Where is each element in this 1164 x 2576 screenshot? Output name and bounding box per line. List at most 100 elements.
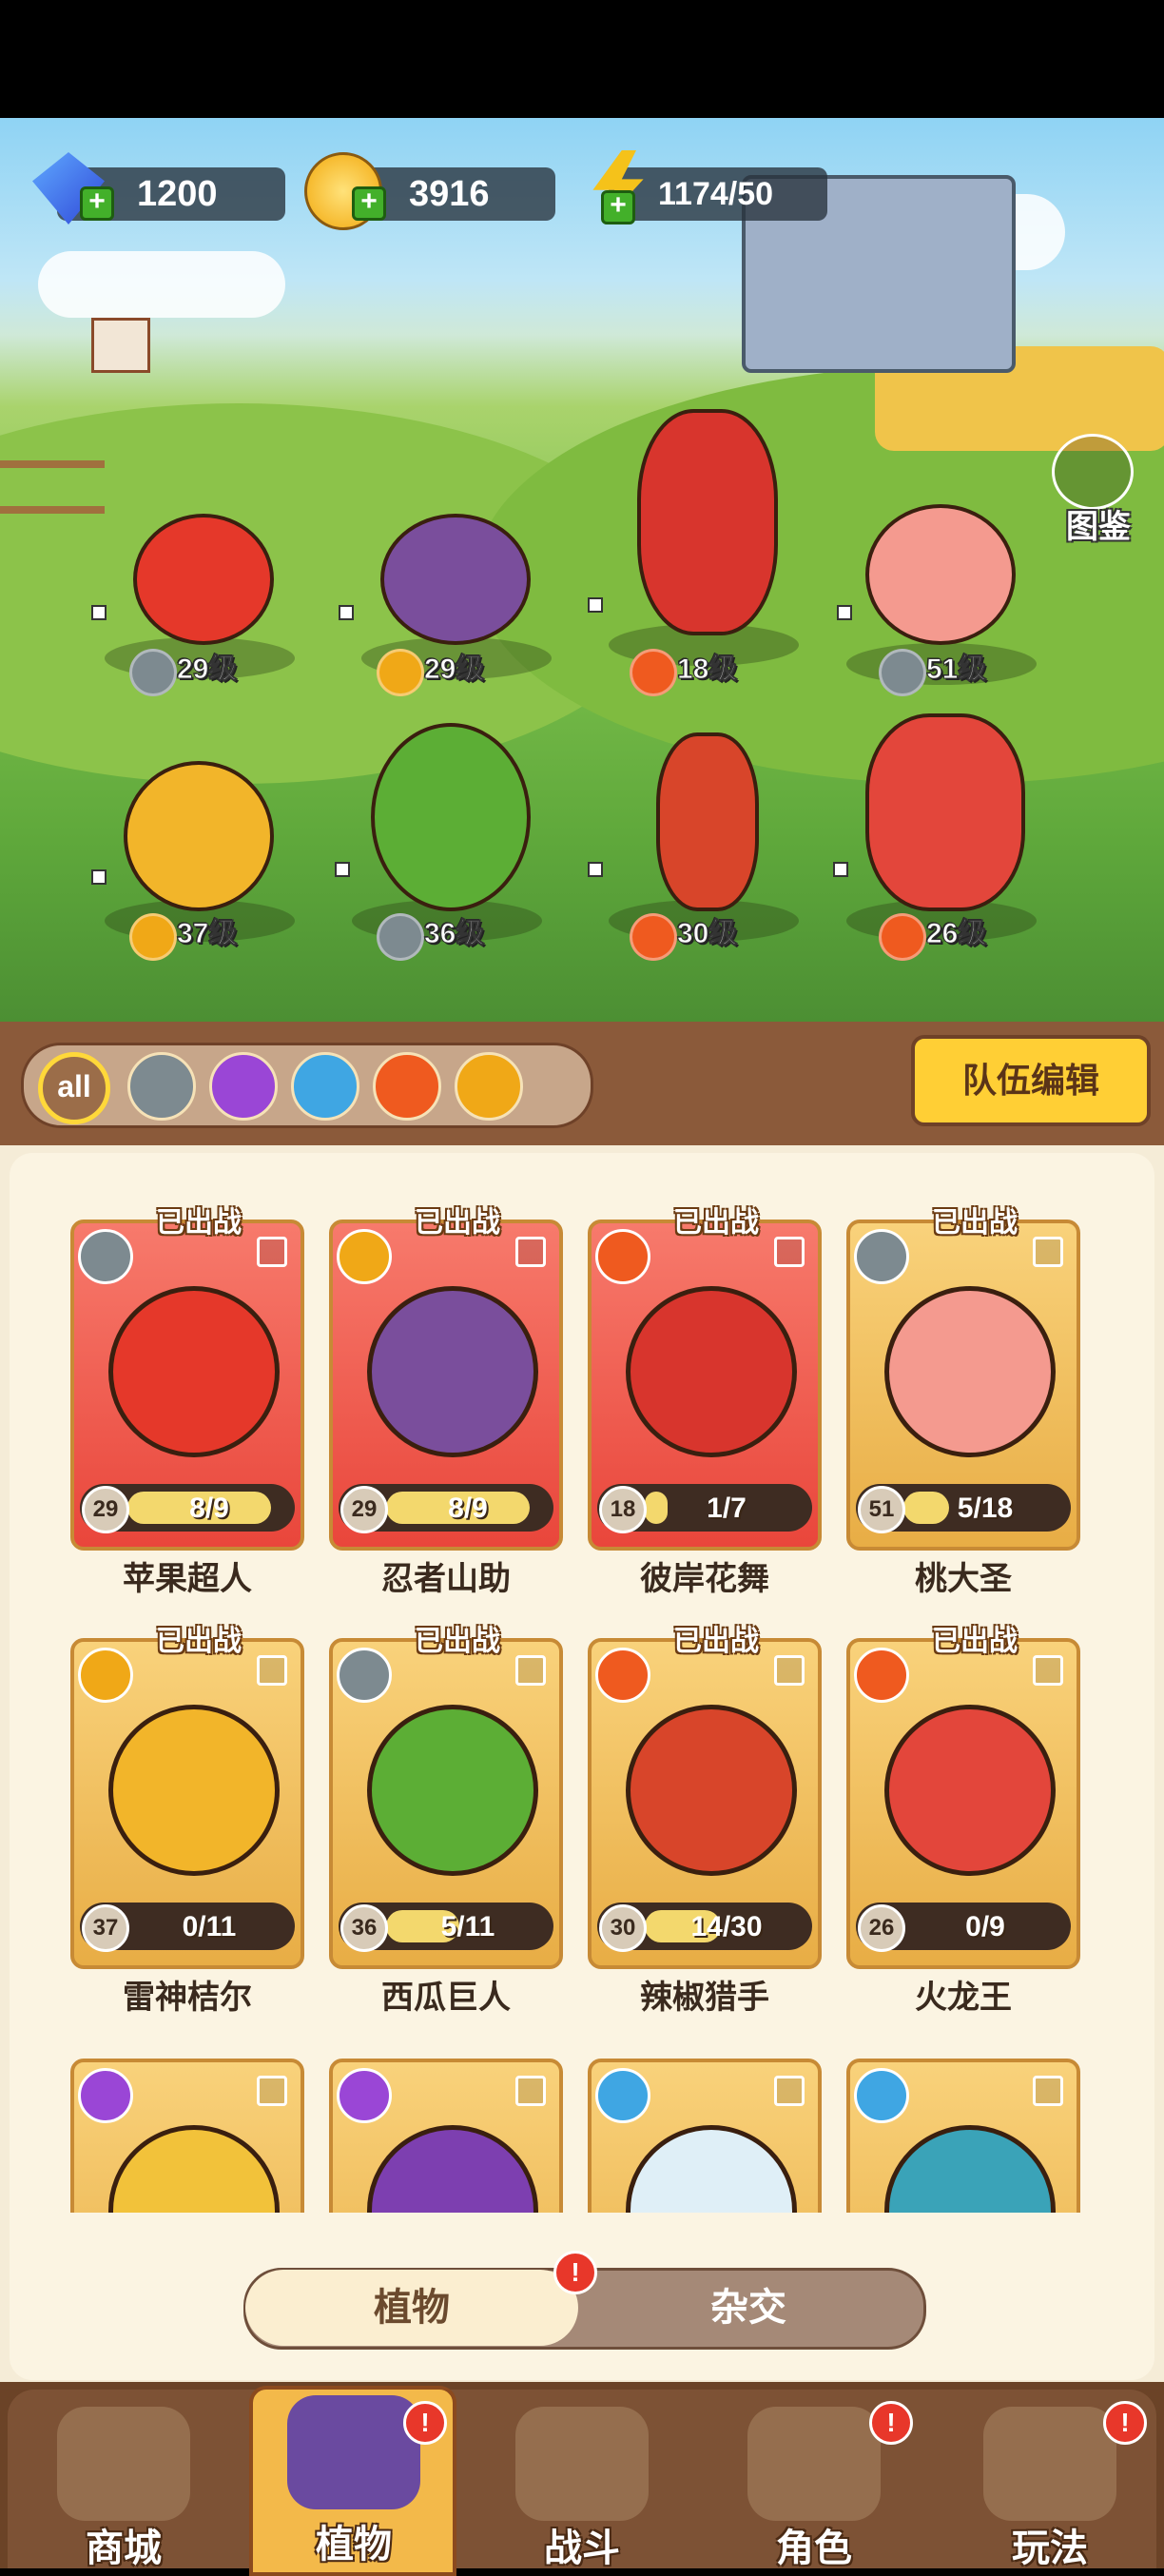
card-progress-text: 0/9 (965, 1911, 1005, 1942)
field-level-5: 37级 (129, 913, 329, 961)
gems-value: 1200 (137, 174, 218, 214)
plant-card[interactable] (70, 2059, 304, 2213)
plant-card[interactable] (329, 2059, 563, 2213)
add-energy-icon[interactable]: + (601, 190, 635, 224)
filter-all[interactable]: all (38, 1052, 110, 1124)
add-gems-icon[interactable]: + (80, 186, 114, 221)
add-coins-icon[interactable]: + (352, 186, 386, 221)
plant-sprite (124, 761, 274, 911)
plant-card[interactable]: 已出战 18 1/7 彼岸花舞 (588, 1207, 822, 1597)
character-icon (747, 2407, 881, 2521)
codex-icon (1052, 434, 1134, 510)
nav-label: 植物 (316, 2524, 392, 2566)
plant-card[interactable]: 已出战 29 8/9 忍者山助 (329, 1207, 563, 1597)
nav-label: 角色 (776, 2527, 852, 2569)
fire-icon (595, 1648, 650, 1703)
filter-poison-icon[interactable] (209, 1052, 278, 1121)
plant-name: 火龙王 (915, 1980, 1012, 2016)
plant-name: 忍者山助 (381, 1561, 511, 1597)
formation-icon (588, 597, 603, 613)
team-edit-button[interactable]: 队伍编辑 (911, 1035, 1151, 1126)
plant-portrait (884, 1286, 1056, 1457)
formation-icon (588, 862, 603, 877)
formation-icon (837, 605, 852, 620)
formation-icon (91, 605, 107, 620)
plant-card[interactable] (588, 2059, 822, 2213)
status-bar (0, 0, 1164, 118)
modes-notification-badge: ! (1103, 2401, 1147, 2445)
card-progress-text: 5/18 (957, 1493, 1014, 1524)
energy-counter[interactable]: 1174/50 (609, 167, 827, 221)
sword-icon (78, 1229, 133, 1284)
filter-fire-icon[interactable] (373, 1052, 441, 1121)
level-text: 26级 (925, 918, 987, 950)
plant-card[interactable]: 已出战 51 5/18 桃大圣 (846, 1207, 1080, 1597)
field-level-4: 51级 (879, 649, 1078, 696)
filter-water-icon[interactable] (291, 1052, 359, 1121)
formation-icon (515, 2076, 546, 2106)
field-plant-fire-dragon[interactable] (837, 704, 1046, 942)
poison-icon (78, 2068, 133, 2123)
level-text: 51级 (925, 654, 987, 686)
card-level: 29 (340, 1486, 388, 1533)
character-notification-badge: ! (869, 2401, 913, 2445)
codex-label: 图鉴 (1066, 509, 1131, 545)
card-level: 18 (599, 1486, 647, 1533)
toggle-hybrid-tab[interactable]: 杂交 (578, 2270, 919, 2346)
card-progress-text: 8/9 (189, 1493, 229, 1524)
notification-badge: ! (553, 2251, 597, 2294)
small-house (91, 318, 150, 373)
level-text: 29级 (176, 654, 238, 686)
deployed-badge: 已出战 (415, 1207, 500, 1239)
field-level-8: 26级 (879, 913, 1078, 961)
lightning-icon (129, 913, 177, 961)
filter-lightning-icon[interactable] (455, 1052, 523, 1121)
formation-icon (339, 605, 354, 620)
formation-icon (833, 862, 848, 877)
plant-card[interactable]: 已出战 26 0/9 火龙王 (846, 1626, 1080, 2016)
level-text: 29级 (423, 654, 485, 686)
field-plant-chili[interactable] (609, 723, 799, 942)
plant-sprite (656, 732, 759, 911)
nav-tab-battle[interactable]: 战斗 (477, 2397, 687, 2569)
codex-button[interactable]: 图鉴 (1046, 434, 1145, 545)
deployed-badge: 已出战 (932, 1626, 1018, 1657)
plant-portrait (884, 1705, 1056, 1876)
plant-name: 苹果超人 (123, 1561, 252, 1597)
plant-sprite (865, 504, 1016, 645)
deployed-badge: 已出战 (156, 1626, 242, 1657)
field-level-7: 30级 (630, 913, 829, 961)
plant-card[interactable]: 已出战 29 8/9 苹果超人 (70, 1207, 304, 1597)
filter-sword-icon[interactable] (127, 1052, 196, 1121)
field-plant-ninja[interactable] (352, 485, 561, 679)
level-text: 18级 (676, 654, 738, 686)
card-progress-text: 5/11 (440, 1911, 495, 1942)
plant-card[interactable] (846, 2059, 1080, 2213)
level-text: 36级 (423, 918, 485, 950)
toggle-plants-tab[interactable]: 植物 (245, 2270, 578, 2346)
deployed-badge: 已出战 (415, 1626, 500, 1657)
plants-notification-badge: ! (403, 2401, 447, 2445)
deployed-badge: 已出战 (156, 1207, 242, 1239)
deployed-badge: 已出战 (673, 1626, 759, 1657)
plant-card[interactable]: 已出战 30 14/30 辣椒猎手 (588, 1626, 822, 2016)
plant-name: 雷神桔尔 (123, 1980, 252, 2016)
fence (0, 460, 105, 514)
field-level-1: 29级 (129, 649, 329, 696)
field-plant-spider-lily[interactable] (609, 400, 799, 666)
bolt-icon (78, 1648, 133, 1703)
nav-tab-shop[interactable]: 商城 (19, 2397, 228, 2569)
plants-icon (287, 2395, 420, 2509)
card-level: 29 (82, 1486, 129, 1533)
plant-sprite (865, 713, 1025, 911)
plant-card[interactable]: 已出战 36 5/11 西瓜巨人 (329, 1626, 563, 2016)
modes-icon (983, 2407, 1116, 2521)
card-progress-text: 0/11 (182, 1911, 237, 1942)
formation-icon (774, 2076, 805, 2106)
plant-card[interactable]: 已出战 37 0/11 雷神桔尔 (70, 1626, 304, 2016)
sword-icon (129, 649, 177, 696)
formation-icon (1033, 2076, 1063, 2106)
formation-icon (335, 862, 350, 877)
fire-icon (630, 649, 677, 696)
field-plant-watermelon[interactable] (342, 704, 552, 942)
